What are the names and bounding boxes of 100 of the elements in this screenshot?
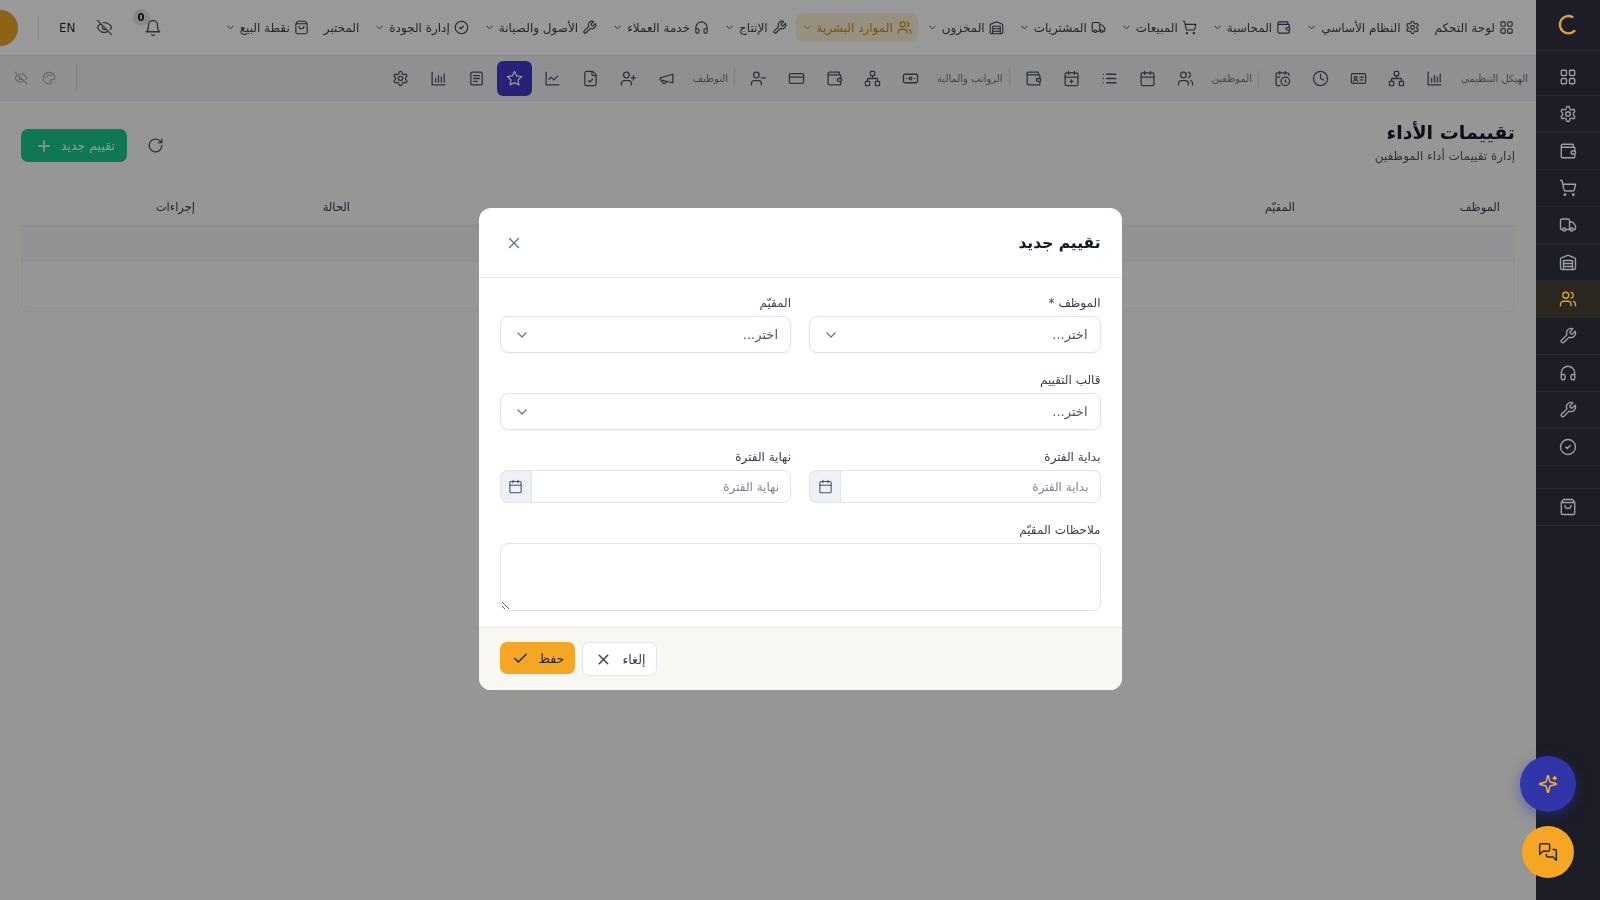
section-label: الموظفين [1211,72,1253,84]
truck-icon [1559,216,1577,234]
section-label: الرواتب والمالية [937,72,1003,84]
date-field[interactable]: نهاية الفترة [530,470,791,503]
column-header: الحالة [321,200,351,214]
warehouse-icon [1559,253,1577,271]
section-label: التوظيف [692,72,728,84]
nav-menu-item[interactable]: الإنتاج [718,13,793,42]
calendar-button[interactable] [499,470,531,503]
wallet-icon [1276,20,1292,35]
user-plus-icon [619,69,637,87]
wrench-icon [1559,327,1577,345]
field-label: بداية الفترة [1043,450,1101,464]
clock-icon [1312,69,1330,87]
chat-icon [1538,842,1558,862]
cart-icon [1559,179,1577,197]
bag-icon [293,20,309,35]
check-circle-icon [453,20,469,35]
page-subtitle: إدارة تقييمات أداء الموظفين [1374,149,1515,163]
dialog-title: تقييم جديد [1018,233,1101,252]
select-field[interactable]: اختر... [809,316,1101,353]
language-button[interactable]: EN [59,20,76,35]
truck-icon [1090,20,1106,35]
wallet-icon [1024,69,1042,87]
bag-icon [1559,498,1577,516]
palette-icon [42,71,56,85]
select-field[interactable]: اختر... [499,316,791,353]
calendar-icon [817,479,833,494]
cart-icon [1181,20,1197,35]
nav-menu-item[interactable]: خدمة العملاء [606,13,716,42]
notification-count: 0 [132,8,150,26]
field-label: ملاحظات المقيّم [1018,523,1101,537]
wrench-icon [1559,401,1577,419]
column-header: الموظف [1458,200,1501,214]
sparkle-icon [1538,774,1558,794]
select-field[interactable]: اختر... [499,393,1101,430]
eye-off-icon [14,71,28,85]
calendar-icon [1138,69,1156,87]
grid-icon [1559,68,1577,86]
page-title: تقييمات الأداء [1385,121,1515,143]
nav-menu-item[interactable]: المبيعات [1114,13,1203,42]
field-label: نهاية الفترة [734,450,791,464]
wrench-icon [771,20,787,35]
nav-menu-item[interactable]: الأصول والصيانة [477,13,604,42]
nav-menu-item[interactable]: المخزون [920,13,1010,42]
assistant-button[interactable] [1520,756,1576,812]
headset-icon [1559,364,1577,382]
settings-icon [391,69,409,87]
section-label: الهيكل التنظيمي [1461,72,1528,84]
field-label: قالب التقييم [1038,373,1101,387]
calendar-plus-icon [1062,69,1080,87]
refresh-icon [146,137,164,154]
nav-menu-item[interactable]: لوحة التحكم [1428,13,1520,42]
calendar-icon [508,479,523,494]
user-minus-icon [750,69,767,87]
calendar-clock-icon [1274,69,1292,87]
nav-menu-item[interactable]: إدارة الجودة [368,13,475,42]
chat-button[interactable] [1522,826,1574,878]
visibility-toggle[interactable] [95,19,113,36]
hierarchy-icon [1388,69,1406,87]
sidebar-item[interactable] [1536,488,1600,526]
bar-chart-icon [429,69,447,87]
date-field[interactable]: بداية الفترة [840,470,1101,503]
check-circle-icon [1559,438,1577,456]
toolbar-button[interactable] [496,60,532,96]
nav-menu-item[interactable]: المشتريات [1012,13,1112,42]
people-icon [896,20,912,35]
bar-chart-icon [1426,69,1444,87]
nav-menu-item[interactable]: المحاسبة [1205,13,1298,42]
nav-menu-item[interactable]: النظام الأساسي [1300,13,1426,42]
nav-menu-item[interactable]: المختبر [317,13,366,42]
column-header: المقيّم [1263,200,1296,214]
wallet-icon [826,69,843,87]
line-chart-icon [543,69,561,87]
field-label: الموظف * [1047,296,1101,310]
calendar-button[interactable] [809,470,840,503]
wallet-icon [1559,142,1577,160]
wrench-icon [582,20,598,35]
hierarchy-icon [864,69,881,87]
field-label: المقيّم [758,296,791,310]
grid-icon [1499,20,1514,35]
bell-icon [143,18,162,37]
eye-off-icon [95,19,113,36]
star-icon [505,69,523,87]
visibility-toggle[interactable] [14,71,28,85]
document-icon [467,69,485,87]
cancel-button[interactable]: إلغاء [582,642,658,676]
nav-menu-item[interactable]: نقطة البيع [218,13,315,42]
file-check-icon [581,69,599,87]
sidebar-item[interactable] [1536,281,1600,318]
refresh-button[interactable] [146,137,164,154]
settings-icon [1559,105,1577,123]
notes-field[interactable] [499,543,1101,611]
headset-icon [694,20,710,35]
column-header: إجراءات [154,200,196,214]
people-icon [1559,290,1577,308]
warehouse-icon [988,20,1004,35]
settings-icon [1404,20,1420,35]
notifications-button[interactable] [143,18,162,37]
save-button[interactable]: حفظ [499,642,576,674]
